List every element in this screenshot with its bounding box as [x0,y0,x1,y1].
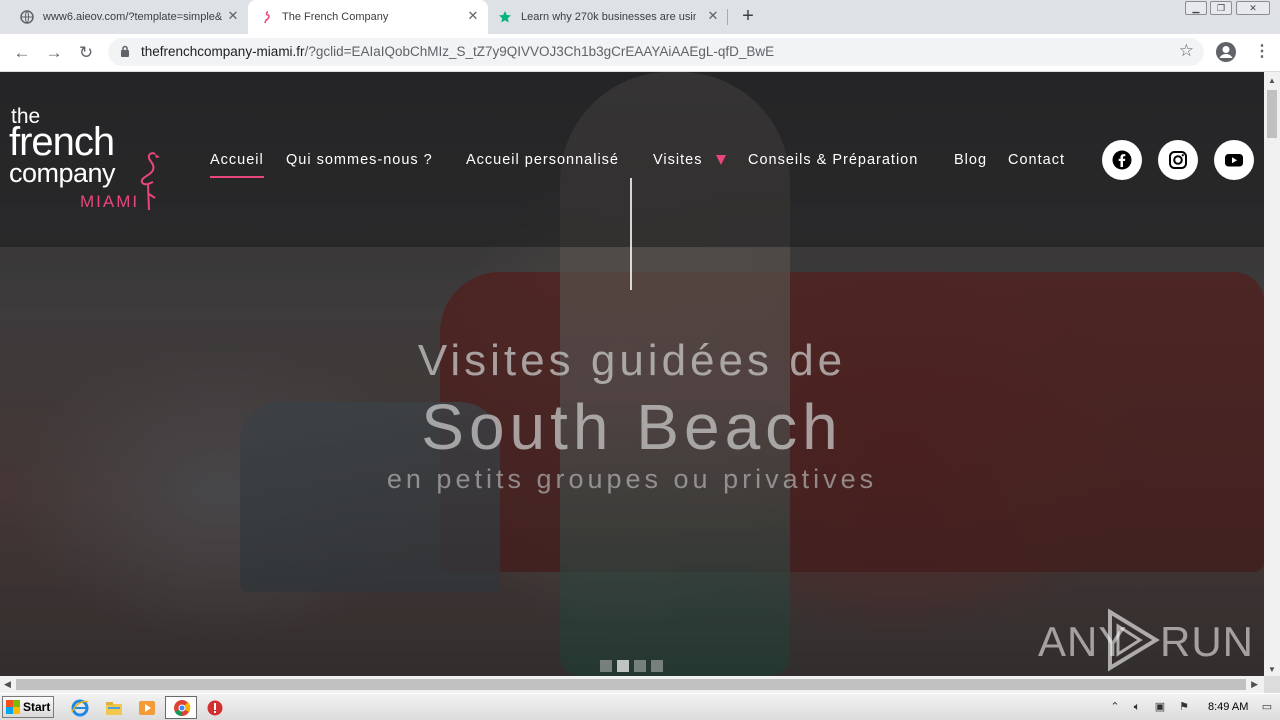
reload-icon[interactable]: ↻ [76,43,96,63]
slider-dot[interactable] [600,660,612,672]
star-favicon-icon [499,11,511,23]
start-button[interactable]: Start [2,696,54,718]
site-logo[interactable]: the french company MIAMI [9,106,169,216]
volume-icon[interactable]: 🔈︎ [1130,700,1144,714]
site-header [0,72,1264,247]
tab-aieov[interactable]: www6.aieov.com/?template=simple& ✕ [0,0,248,34]
tray-expand-icon[interactable]: ⌃ [1108,700,1122,714]
url-path: /?gclid=EAIaIQobChMIz_S_tZ7y9QIVVOJ3Ch1b… [304,44,775,59]
slider-dot-active[interactable] [617,660,629,672]
new-tab-icon[interactable]: + [738,6,758,26]
anyrun-watermark: ANY RUN [1038,608,1253,674]
profile-icon[interactable] [1215,41,1237,63]
nav-accueil[interactable]: Accueil [210,152,264,178]
hero-subtitle: en petits groupes ou privatives [386,464,878,494]
lock-icon [121,45,129,57]
slider-dots [600,660,663,672]
instagram-button[interactable] [1158,140,1198,180]
hscroll-thumb[interactable] [16,679,1246,690]
tab-title: Learn why 270k businesses are using [521,11,696,23]
logo-line-miami: MIAMI [80,192,140,211]
scroll-left-icon[interactable]: ◀ [4,679,11,690]
forward-icon[interactable]: → [44,43,64,63]
nav-conseils-preparation[interactable]: Conseils & Préparation [748,152,918,172]
taskbar-clock[interactable]: 8:49 AM [1208,701,1248,713]
nav-blog[interactable]: Blog [954,152,987,172]
watermark-right: RUN [1160,618,1254,665]
hero-divider-line [630,178,632,290]
tab-title: The French Company [282,11,389,23]
globe-icon [20,10,34,24]
network-icon[interactable]: ▣ [1153,700,1167,714]
nav-qui-sommes-nous[interactable]: Qui sommes-nous ? [286,152,433,172]
nav-accueil-personnalise[interactable]: Accueil personnalisé [466,152,619,172]
vertical-scrollbar[interactable]: ▲ ▼ [1264,72,1280,676]
url-text: thefrenchcompany-miami.fr/?gclid=EAIaIQo… [141,44,774,59]
stop-icon[interactable] [205,698,225,718]
action-center-flag-icon[interactable]: ⚑ [1177,700,1191,714]
scroll-thumb[interactable] [1267,90,1277,138]
windows-logo-icon [6,700,20,714]
slider-dot[interactable] [634,660,646,672]
tab-close-icon[interactable]: ✕ [706,9,720,23]
file-explorer-icon[interactable] [104,698,124,718]
start-label: Start [23,700,51,714]
url-host: thefrenchcompany-miami.fr [141,44,305,59]
flamingo-favicon-icon [264,11,270,24]
scroll-up-icon[interactable]: ▲ [1268,76,1276,85]
back-icon[interactable]: ← [12,43,32,63]
tab-close-icon[interactable]: ✕ [466,9,480,23]
bookmark-star-icon[interactable]: ☆ [1179,41,1194,61]
scrollbar-corner [1264,676,1280,693]
logo-line-company: company [9,158,116,188]
chrome-icon [174,700,191,717]
slider-dot[interactable] [651,660,663,672]
nav-contact[interactable]: Contact [1008,152,1065,172]
browser-toolbar: ← → ↻ thefrenchcompany-miami.fr/?gclid=E… [0,34,1280,72]
address-bar[interactable]: thefrenchcompany-miami.fr/?gclid=EAIaIQo… [108,38,1204,66]
tab-strip: www6.aieov.com/?template=simple& ✕ The F… [0,0,1280,34]
facebook-button[interactable] [1102,140,1142,180]
tab-french-company[interactable]: The French Company ✕ [248,0,488,34]
tab-close-icon[interactable]: ✕ [226,9,240,23]
flamingo-icon [140,152,160,211]
windows-taskbar: Start ⌃ 🔈︎ ▣ ⚑ 8:49 AM ▭ [0,693,1280,720]
horizontal-scrollbar[interactable]: ◀ ▶ [0,676,1264,693]
page-viewport: the french company MIAMI Accueil Qui som… [0,72,1264,676]
instagram-icon [1169,151,1187,169]
tab-learn-why[interactable]: Learn why 270k businesses are using ✕ [488,0,728,34]
scroll-right-icon[interactable]: ▶ [1251,679,1258,690]
menu-kebab-icon[interactable]: ⋮ [1254,42,1270,62]
scroll-down-icon[interactable]: ▼ [1268,665,1276,674]
internet-explorer-icon[interactable] [70,698,90,718]
restore-icon[interactable]: ❐ [1210,1,1232,15]
nav-visites[interactable]: Visites [653,152,702,172]
facebook-icon [1112,150,1132,170]
hero-title-line1: Visites guidées de [417,336,847,385]
show-desktop-icon[interactable]: ▭ [1260,700,1274,714]
chrome-taskbar-button[interactable] [165,696,197,719]
tab-separator [727,9,728,25]
youtube-icon [1225,154,1243,167]
tab-title: www6.aieov.com/?template=simple& [43,11,223,23]
nav-visites-caret-icon[interactable] [716,155,726,165]
close-window-icon[interactable]: ✕ [1236,1,1270,15]
media-player-icon[interactable] [137,698,157,718]
play-triangle-icon [1108,608,1160,672]
minimize-icon[interactable]: ▁ [1185,1,1207,15]
youtube-button[interactable] [1214,140,1254,180]
hero-title-line2: South Beach [421,391,843,463]
